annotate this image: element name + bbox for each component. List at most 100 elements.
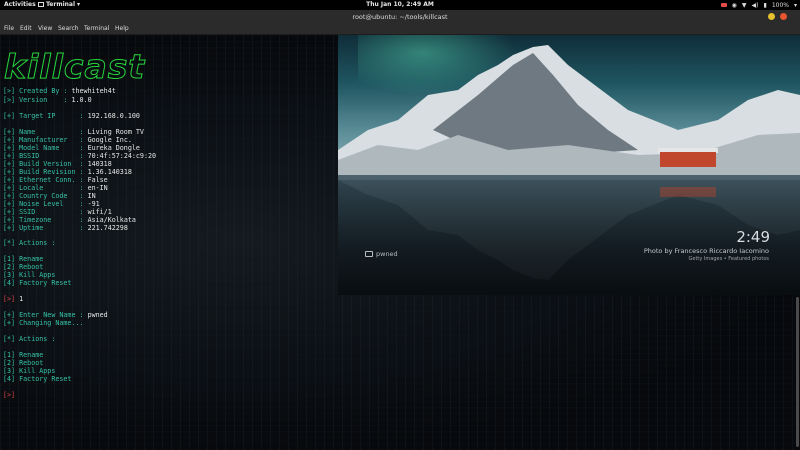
wifi-icon: ▼ — [741, 1, 747, 9]
device-info-line: [+] SSID : wifi/1 — [3, 208, 112, 216]
target-ip-line: [+] Target IP : 192.168.0.100 — [3, 112, 140, 120]
device-info-key: Build Version — [19, 160, 72, 168]
action-rename: Rename — [19, 351, 44, 359]
volume-icon: ◀) — [751, 1, 759, 9]
device-info-line: [+] Manufacturer : Google Inc. — [3, 136, 132, 144]
activities-button[interactable]: Activities — [4, 1, 36, 8]
chevron-down-icon: ▾ — [793, 1, 797, 9]
device-info-key: Manufacturer — [19, 136, 68, 144]
created-by-line: [>] Created By : thewhiteh4t — [3, 87, 116, 95]
clock[interactable]: Thu Jan 10, 2:49 AM — [0, 1, 800, 8]
window-titlebar[interactable]: root@ubuntu: ~/tools/killcast — [0, 10, 800, 24]
menubar: File Edit View Search Terminal Help — [0, 24, 800, 35]
device-info-line: [+] Ethernet Conn. : False — [3, 176, 108, 184]
cast-device-name: pwned — [376, 250, 398, 258]
accessibility-icon: ◉ — [731, 1, 737, 9]
device-info-value: Asia/Kolkata — [87, 216, 136, 224]
action-item: [2] Reboot — [3, 263, 44, 271]
cast-clock: 2:49 — [736, 228, 770, 246]
user-input-choice: 1 — [19, 295, 24, 303]
device-info-key: Timezone — [19, 216, 52, 224]
enter-name-label: Enter New Name — [19, 311, 76, 319]
target-ip-value: 192.168.0.100 — [87, 112, 140, 120]
device-info-key: Name — [19, 128, 36, 136]
version-value: 1.0.0 — [71, 96, 92, 104]
enter-name-line: [+] Enter New Name : pwned — [3, 311, 108, 319]
menu-edit[interactable]: Edit — [20, 25, 32, 32]
actions-label: Actions : — [19, 239, 56, 247]
device-info-value: Living Room TV — [87, 128, 144, 136]
action-kill-apps: Kill Apps — [19, 367, 56, 375]
device-info-value: 1.36.140318 — [87, 168, 132, 176]
device-info-line: [+] Country Code : IN — [3, 192, 96, 200]
device-info-line: [+] Noise Level : -91 — [3, 200, 100, 208]
action-item: [3] Kill Apps — [3, 271, 56, 279]
new-name-value: pwned — [87, 311, 108, 319]
device-info-value: wifi/1 — [87, 208, 112, 216]
app-menu-label: Terminal — [46, 1, 76, 8]
device-info-value: en-IN — [87, 184, 108, 192]
chromecast-screen-capture: 2:49 Photo by Francesco Riccardo Iacomin… — [338, 35, 800, 295]
photo-credit-source: Getty Images • Featured photos — [688, 256, 770, 262]
device-info-value: IN — [87, 192, 96, 200]
menu-terminal[interactable]: Terminal — [84, 25, 109, 32]
actions-header: [*] Actions : — [3, 335, 56, 343]
version-line: [>] Version : 1.0.0 — [3, 96, 92, 104]
device-info-key: Locale — [19, 184, 44, 192]
actions-header: [*] Actions : — [3, 239, 56, 247]
device-info-value: Eureka Dongle — [87, 144, 140, 152]
device-info-line: [+] BSSID : 70:4f:57:24:c9:20 — [3, 152, 157, 160]
device-info-key: Model Name — [19, 144, 60, 152]
device-info-value: 140318 — [87, 160, 112, 168]
menu-search[interactable]: Search — [58, 25, 79, 32]
terminal-icon — [38, 2, 44, 7]
chevron-down-icon: ▾ — [77, 1, 81, 8]
device-info-line: [+] Build Revision : 1.36.140318 — [3, 168, 132, 176]
action-item: [1] Rename — [3, 351, 44, 359]
device-info-value: False — [87, 176, 108, 184]
top-panel: Activities Terminal ▾ Thu Jan 10, 2:49 A… — [0, 0, 800, 10]
action-item: [1] Rename — [3, 255, 44, 263]
minimize-button[interactable] — [768, 13, 775, 20]
version-label: Version — [19, 96, 48, 104]
cast-icon — [365, 251, 373, 257]
action-factory-reset: Factory Reset — [19, 279, 72, 287]
created-by-label: Created By — [19, 87, 60, 95]
app-menu[interactable]: Terminal ▾ — [38, 1, 80, 8]
device-info-value: Google Inc. — [87, 136, 132, 144]
device-info-line: [+] Build Version : 140318 — [3, 160, 112, 168]
action-kill-apps: Kill Apps — [19, 271, 56, 279]
input-prompt-line: [>] 1 — [3, 295, 24, 303]
device-info-value: -91 — [87, 200, 100, 208]
action-item: [4] Factory Reset — [3, 375, 72, 383]
action-rename: Rename — [19, 255, 44, 263]
device-info-value: 221.742298 — [87, 224, 128, 232]
recording-icon[interactable] — [720, 3, 727, 7]
device-info-line: [+] Locale : en-IN — [3, 184, 108, 192]
changing-name-line: [+] Changing Name... — [3, 319, 84, 327]
device-info-line: [+] Timezone : Asia/Kolkata — [3, 216, 136, 224]
menu-view[interactable]: View — [38, 25, 52, 32]
input-prompt-line[interactable]: [>] — [3, 391, 15, 399]
scrollbar[interactable] — [796, 297, 799, 447]
terminal-area[interactable]: killcast [>] Created By : thewhiteh4t [>… — [0, 35, 800, 450]
menu-file[interactable]: File — [4, 25, 14, 32]
device-info-key: Uptime — [19, 224, 44, 232]
killcast-logo: killcast — [3, 47, 146, 87]
battery-percent: 100% — [771, 1, 789, 9]
close-button[interactable] — [780, 13, 787, 20]
device-info-line: [+] Model Name : Eureka Dongle — [3, 144, 140, 152]
action-factory-reset: Factory Reset — [19, 375, 72, 383]
device-info-key: Build Revision — [19, 168, 76, 176]
device-info-value: 70:4f:57:24:c9:20 — [87, 152, 157, 160]
device-info-line: [+] Uptime : 221.742298 — [3, 224, 128, 232]
action-reboot: Reboot — [19, 359, 44, 367]
action-reboot: Reboot — [19, 263, 44, 271]
window-title: root@ubuntu: ~/tools/killcast — [352, 13, 448, 21]
device-info-key: Country Code — [19, 192, 68, 200]
device-info-key: SSID — [19, 208, 36, 216]
target-ip-label: Target IP — [19, 112, 56, 120]
device-info-key: Noise Level — [19, 200, 64, 208]
system-tray[interactable]: ◉ ▼ ◀) ▮ 100% ▾ — [720, 0, 797, 10]
menu-help[interactable]: Help — [115, 25, 129, 32]
